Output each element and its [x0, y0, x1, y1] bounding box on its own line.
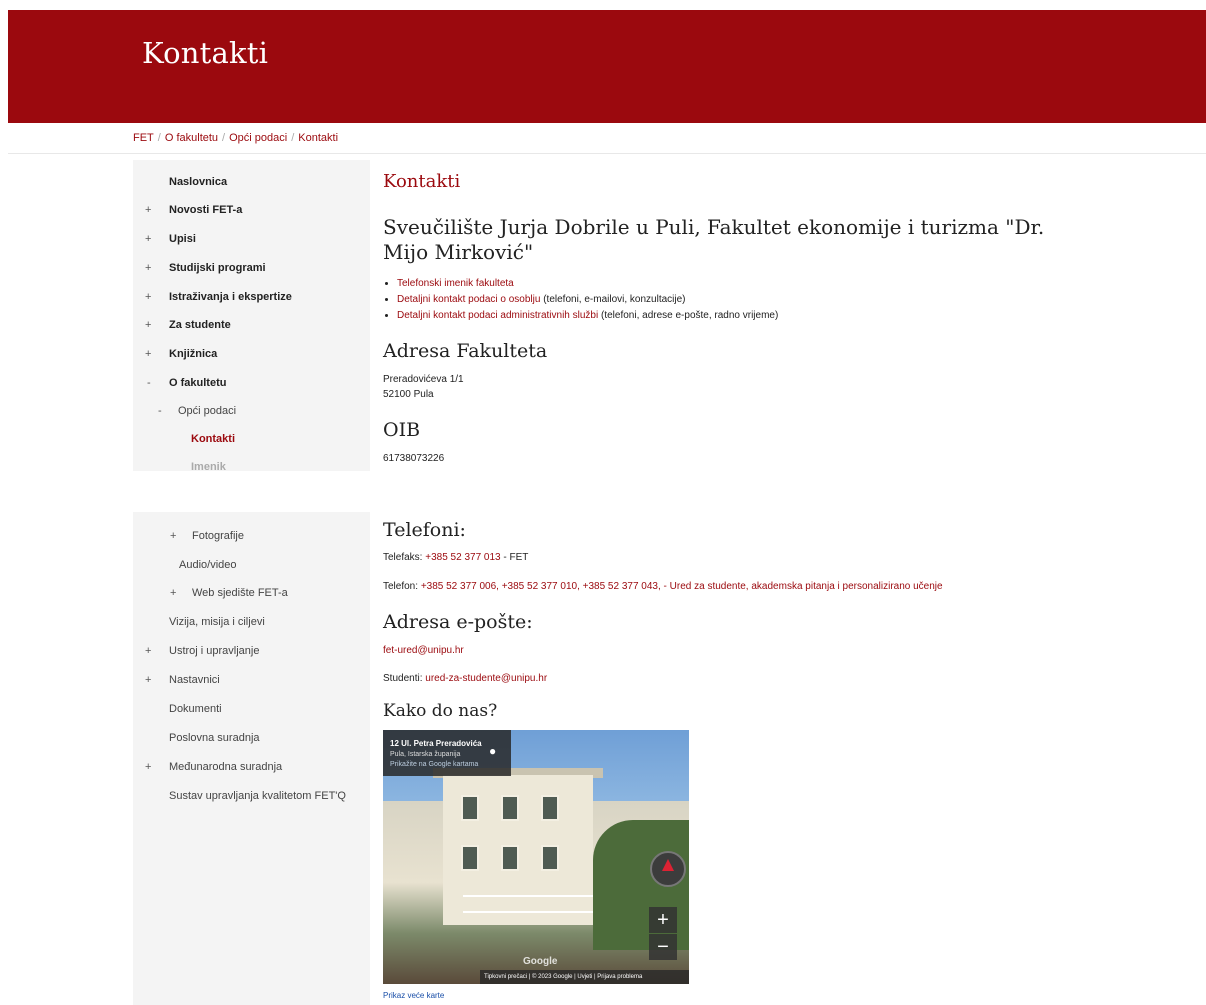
window	[461, 795, 479, 821]
zoom-in-button[interactable]: +	[649, 907, 677, 933]
oib-value: 61738073226	[383, 453, 445, 464]
expand-icon[interactable]: +	[145, 233, 151, 245]
sidebar-item-sustav-kvalitete[interactable]: Sustav upravljanja kvalitetom FET'Q	[169, 790, 346, 802]
breadcrumb-item-opci-podaci[interactable]: Opći podaci	[229, 132, 287, 144]
breadcrumb-item-kontakti[interactable]: Kontakti	[298, 132, 338, 144]
expand-icon[interactable]: +	[145, 204, 151, 216]
breadcrumb-separator: /	[291, 132, 295, 144]
link-phone-directory[interactable]: Telefonski imenik fakulteta	[397, 278, 514, 289]
window	[501, 845, 519, 871]
window	[541, 845, 559, 871]
place-info-card: 12 Ul. Petra Preradovića Pula, Istarska …	[383, 730, 511, 776]
breadcrumb-item-o-fakultetu[interactable]: O fakultetu	[165, 132, 218, 144]
place-region: Pula, Istarska županija	[390, 751, 461, 758]
sidebar-item-knjiznica[interactable]: + Knjižnica	[145, 348, 217, 360]
window	[541, 795, 559, 821]
building-image	[443, 775, 593, 925]
compass-icon[interactable]	[650, 851, 686, 887]
map-attribution[interactable]: Tipkovni prečaci | © 2023 Google | Uvjet…	[480, 970, 689, 984]
email-heading: Adresa e-pošte:	[383, 611, 533, 633]
sidebar-item-dokumenti[interactable]: Dokumenti	[169, 703, 222, 715]
list-item: Telefonski imenik fakulteta	[397, 276, 1157, 292]
street-view-map[interactable]: 12 Ul. Petra Preradovića Pula, Istarska …	[383, 730, 689, 984]
expand-icon[interactable]: +	[145, 348, 151, 360]
expand-icon[interactable]: +	[145, 262, 151, 274]
expand-icon[interactable]: +	[145, 761, 151, 773]
collapse-icon[interactable]: -	[147, 377, 151, 389]
larger-map-line: Prikaz veće karte	[383, 991, 444, 1000]
breadcrumb: FET / O fakultetu / Opći podaci / Kontakti	[133, 132, 338, 144]
directions-heading: Kako do nas?	[383, 701, 498, 721]
contact-links-list: Telefonski imenik fakulteta Detaljni kon…	[383, 276, 1157, 324]
window	[501, 795, 519, 821]
students-email-line: Studenti: ured-za-studente@unipu.hr	[383, 673, 548, 684]
sidebar-item-imenik[interactable]: Imenik	[191, 461, 226, 471]
expand-icon[interactable]: +	[145, 319, 151, 331]
place-title: 12 Ul. Petra Preradovića	[390, 739, 482, 748]
oib-heading: OIB	[383, 419, 421, 441]
email-main-link[interactable]: fet-ured@unipu.hr	[383, 645, 464, 656]
expand-icon[interactable]: +	[145, 291, 151, 303]
sidebar-item-poslovna-suradnja[interactable]: Poslovna suradnja	[169, 732, 260, 744]
sidebar-item-web-sjediste[interactable]: + Web sjedište FET-a	[170, 587, 288, 599]
list-item: Detaljni kontakt podaci o osoblju (telef…	[397, 292, 1157, 308]
google-logo: Google	[523, 956, 558, 967]
sidebar-item-istrazivanja[interactable]: + Istraživanja i ekspertize	[145, 291, 292, 303]
breadcrumb-separator: /	[222, 132, 226, 144]
address-line-1: Preradovićeva 1/1	[383, 374, 464, 385]
larger-map-link[interactable]: Prikaz veće karte	[383, 991, 444, 1000]
expand-icon[interactable]: +	[145, 645, 151, 657]
list-item: Detaljni kontakt podaci administrativnih…	[397, 308, 1157, 324]
zoom-out-button[interactable]: −	[649, 934, 677, 960]
sidebar-item-za-studente[interactable]: + Za studente	[145, 319, 231, 331]
phone-numbers-link[interactable]: +385 52 377 006, +385 52 377 010, +385 5…	[421, 581, 661, 592]
balcony	[463, 895, 593, 913]
page-banner: Kontakti	[8, 10, 1206, 123]
breadcrumb-divider	[8, 153, 1206, 154]
sidebar-item-o-fakultetu[interactable]: -O fakultetu	[147, 377, 226, 389]
expand-icon[interactable]: +	[170, 530, 176, 542]
sidebar-item-upisi[interactable]: + Upisi	[145, 233, 196, 245]
email-main-line: fet-ured@unipu.hr	[383, 644, 464, 658]
phone-line: Telefon: +385 52 377 006, +385 52 377 01…	[383, 581, 943, 592]
sidebar-item-naslovnica[interactable]: Naslovnica	[169, 176, 227, 188]
fax-line: Telefaks: +385 52 377 013 - FET	[383, 552, 529, 563]
sidebar-item-vizija[interactable]: Vizija, misija i ciljevi	[169, 616, 265, 628]
sidebar-item-medunarodna-suradnja[interactable]: + Međunarodna suradnja	[145, 761, 282, 773]
breadcrumb-separator: /	[157, 132, 161, 144]
sidebar-item-kontakti[interactable]: Kontakti	[191, 433, 235, 445]
students-email-link[interactable]: ured-za-studente@unipu.hr	[425, 673, 547, 684]
sidebar-item-ustroj[interactable]: + Ustroj i upravljanje	[145, 645, 259, 657]
expand-icon[interactable]: +	[145, 674, 151, 686]
institution-name: Sveučilište Jurja Dobrile u Puli, Fakult…	[383, 215, 1045, 264]
sidebar-item-nastavnici[interactable]: + Nastavnici	[145, 674, 220, 686]
expand-icon[interactable]: +	[170, 587, 176, 599]
window	[461, 845, 479, 871]
link-staff-contacts[interactable]: Detaljni kontakt podaci o osoblju	[397, 294, 540, 305]
page-banner-title: Kontakti	[142, 36, 269, 70]
link-admin-contacts[interactable]: Detaljni kontakt podaci administrativnih…	[397, 310, 598, 321]
sidebar-item-fotografije[interactable]: + Fotografije	[170, 530, 244, 542]
breadcrumb-item-fet[interactable]: FET	[133, 132, 154, 144]
sidebar-item-audio-video[interactable]: Audio/video	[179, 559, 237, 571]
address-heading: Adresa Fakulteta	[383, 340, 548, 362]
phones-heading: Telefoni:	[383, 519, 466, 541]
open-in-google-maps-link[interactable]: Prikažite na Google kartama	[390, 761, 478, 768]
collapse-icon[interactable]: -	[158, 405, 162, 417]
map-pin-icon[interactable]: ●	[489, 744, 501, 758]
sidebar-item-studijski-programi[interactable]: + Studijski programi	[145, 262, 266, 274]
address-line-2: 52100 Pula	[383, 389, 434, 400]
sidebar-nav: Naslovnica + Novosti FET-a + Upisi + Studij…	[133, 160, 370, 471]
sidebar-item-opci-podaci[interactable]: - Opći podaci	[158, 405, 236, 417]
sidebar-nav-continued: + Fotografije Audio/video + Web sjedište F…	[133, 512, 370, 1005]
sidebar-item-novosti[interactable]: + Novosti FET-a	[145, 204, 242, 216]
page-title: Kontakti	[383, 171, 461, 192]
fax-number-link[interactable]: +385 52 377 013	[425, 552, 500, 563]
